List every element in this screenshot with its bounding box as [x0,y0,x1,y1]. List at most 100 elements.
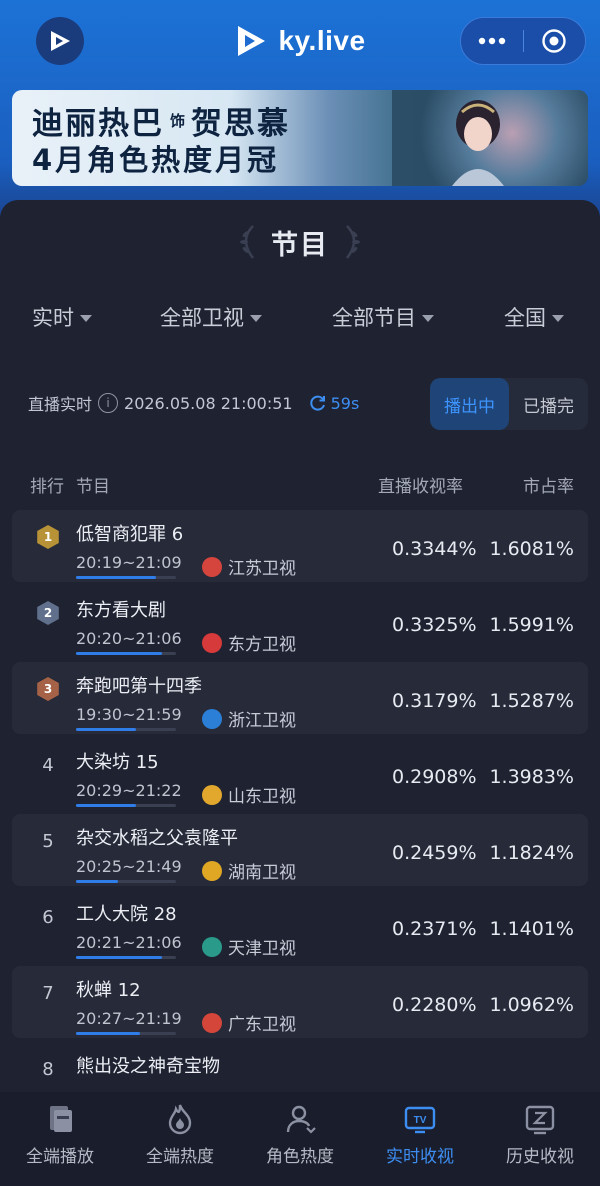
channel-name: 广东卫视 [228,1015,296,1035]
channel: 东方卫视 [202,630,296,655]
tab-realtime-rating[interactable]: TV 实时收视 [360,1092,480,1186]
tab-all-play[interactable]: 全端播放 [0,1092,120,1186]
progress-fill [76,880,118,883]
history-tv-icon [525,1105,555,1135]
program-time: 20:25~21:49 [76,857,182,876]
program-name: 低智商犯罪 6 [76,524,184,545]
filter-channel-label: 全部卫视 [160,306,244,330]
progress-bar [76,880,176,883]
program-time: 20:20~21:06 [76,629,182,648]
header-rating: 直播收视率 [378,477,463,497]
mini-program-capsule [460,17,586,65]
program-time: 20:29~21:22 [76,781,182,800]
progress-bar [76,956,176,959]
share-value: 1.1824% [489,842,574,864]
header-share: 市占率 [523,477,574,497]
channel: 浙江卫视 [202,706,296,731]
channel-logo-icon [202,936,222,957]
countdown-text: 59s [330,393,360,413]
brand-text: ky.live [278,25,366,56]
filter-program-label: 全部节目 [332,306,416,330]
share-value: 1.0962% [489,994,574,1016]
tab-history-rating[interactable]: 历史收视 [480,1092,600,1186]
brand-logo-icon [238,26,266,56]
filter-program[interactable]: 全部节目 [332,300,434,334]
program-time: 20:27~21:19 [76,1009,182,1028]
more-button[interactable] [461,18,523,64]
tab-role-heat[interactable]: 角色热度 [240,1092,360,1186]
caret-down-icon [80,314,92,322]
table-row[interactable]: 2 东方看大剧 20:20~21:06 东方卫视 0.3325% 1.5991% [12,586,588,658]
rating-value: 0.2280% [392,994,477,1016]
tab-realtime-rating-label: 实时收视 [386,1147,454,1167]
book-icon [50,1106,72,1132]
progress-fill [76,728,136,731]
channel-logo-icon [202,784,222,805]
progress-fill [76,576,156,579]
target-circle-icon [542,29,566,53]
table-row[interactable]: 3 奔跑吧第十四季 19:30~21:59 浙江卫视 0.3179% 1.5287% [12,662,588,734]
flame-icon [168,1104,192,1135]
close-miniapp-button[interactable] [524,18,586,64]
banner-role: 贺思慕 [191,105,291,142]
share-value: 1.3983% [489,766,574,788]
filter-time[interactable]: 实时 [32,300,92,334]
filter-bar: 实时 全部卫视 全部节目 全国 [0,300,600,334]
rating-value: 0.3179% [392,690,477,712]
banner-headline: 迪丽热巴 饰 贺思慕 [32,100,291,142]
progress-fill [76,652,162,655]
tab-all-heat-label: 全端热度 [146,1147,214,1167]
toggle-ended[interactable]: 已播完 [509,378,588,430]
toggle-on-air[interactable]: 播出中 [430,378,509,430]
table-row[interactable]: 4 大染坊 15 20:29~21:22 山东卫视 0.2908% 1.3983% [12,738,588,810]
channel-name: 天津卫视 [228,939,296,959]
caret-down-icon [552,314,564,322]
channel-logo-icon [202,556,222,577]
filter-channel[interactable]: 全部卫视 [160,300,262,334]
program-name: 大染坊 15 [76,752,159,773]
banner-subheadline: 4月角色热度月冠 [32,143,280,177]
bottom-tab-bar: 全端播放 全端热度 角色热度 TV 实时收视 历史收视 [0,1092,600,1186]
svg-text:TV: TV [414,1115,427,1126]
header-program: 节目 [76,477,110,497]
table-row[interactable]: 6 工人大院 28 20:21~21:06 天津卫视 0.2371% 1.1401% [12,890,588,962]
table-row[interactable]: 5 杂交水稻之父袁隆平 20:25~21:49 湖南卫视 0.2459% 1.1824% [12,814,588,886]
filter-region[interactable]: 全国 [504,300,564,334]
table-row[interactable]: 7 秋蝉 12 20:27~21:19 广东卫视 0.2280% 1.0962% [12,966,588,1038]
rating-value: 0.2908% [392,766,477,788]
tab-all-heat[interactable]: 全端热度 [120,1092,240,1186]
live-status-row: 直播实时 i 2026.05.08 21:00:51 59s [28,378,359,428]
more-dots-icon [478,37,505,45]
channel-logo-icon [202,1012,222,1033]
table-header: 排行 节目 直播收视率 市占率 [0,468,600,498]
rank-number: 4 [42,754,54,776]
caret-down-icon [422,314,434,322]
banner-as: 饰 [170,111,186,130]
share-value: 1.5287% [489,690,574,712]
section-title-text: 节目 [271,229,329,261]
broadcast-toggle: 播出中 已播完 [430,378,588,430]
refresh-countdown[interactable]: 59s [309,393,360,413]
rank-number: 5 [42,830,54,852]
ratings-card: 节目 实时 全部卫视 全部节目 全国 直播实时 i 2026.05.08 21:… [0,200,600,1095]
rank-medal-icon: 3 [37,677,59,701]
table-row[interactable]: 1 低智商犯罪 6 20:19~21:09 江苏卫视 0.3344% 1.6081% [12,510,588,582]
header: ky.live 迪丽热巴 饰 贺思慕 4月角色热度月冠 [0,0,600,230]
refresh-icon [309,395,325,411]
laurel-right-icon [345,225,360,259]
rank-number: 7 [42,982,54,1004]
channel: 山东卫视 [202,782,296,807]
progress-bar [76,804,176,807]
section-title: 节目 [0,222,600,262]
live-datetime: 2026.05.08 21:00:51 [124,393,293,413]
promo-banner[interactable]: 迪丽热巴 饰 贺思慕 4月角色热度月冠 [12,90,588,186]
rank-medal-icon: 1 [37,525,59,549]
tv-icon: TV [404,1106,436,1134]
person-icon [286,1105,316,1134]
progress-fill [76,956,162,959]
program-time: 19:30~21:59 [76,705,182,724]
channel: 湖南卫视 [202,858,296,883]
channel-logo-icon [202,632,222,653]
program-name: 奔跑吧第十四季 [76,676,202,697]
info-icon[interactable]: i [98,393,119,413]
